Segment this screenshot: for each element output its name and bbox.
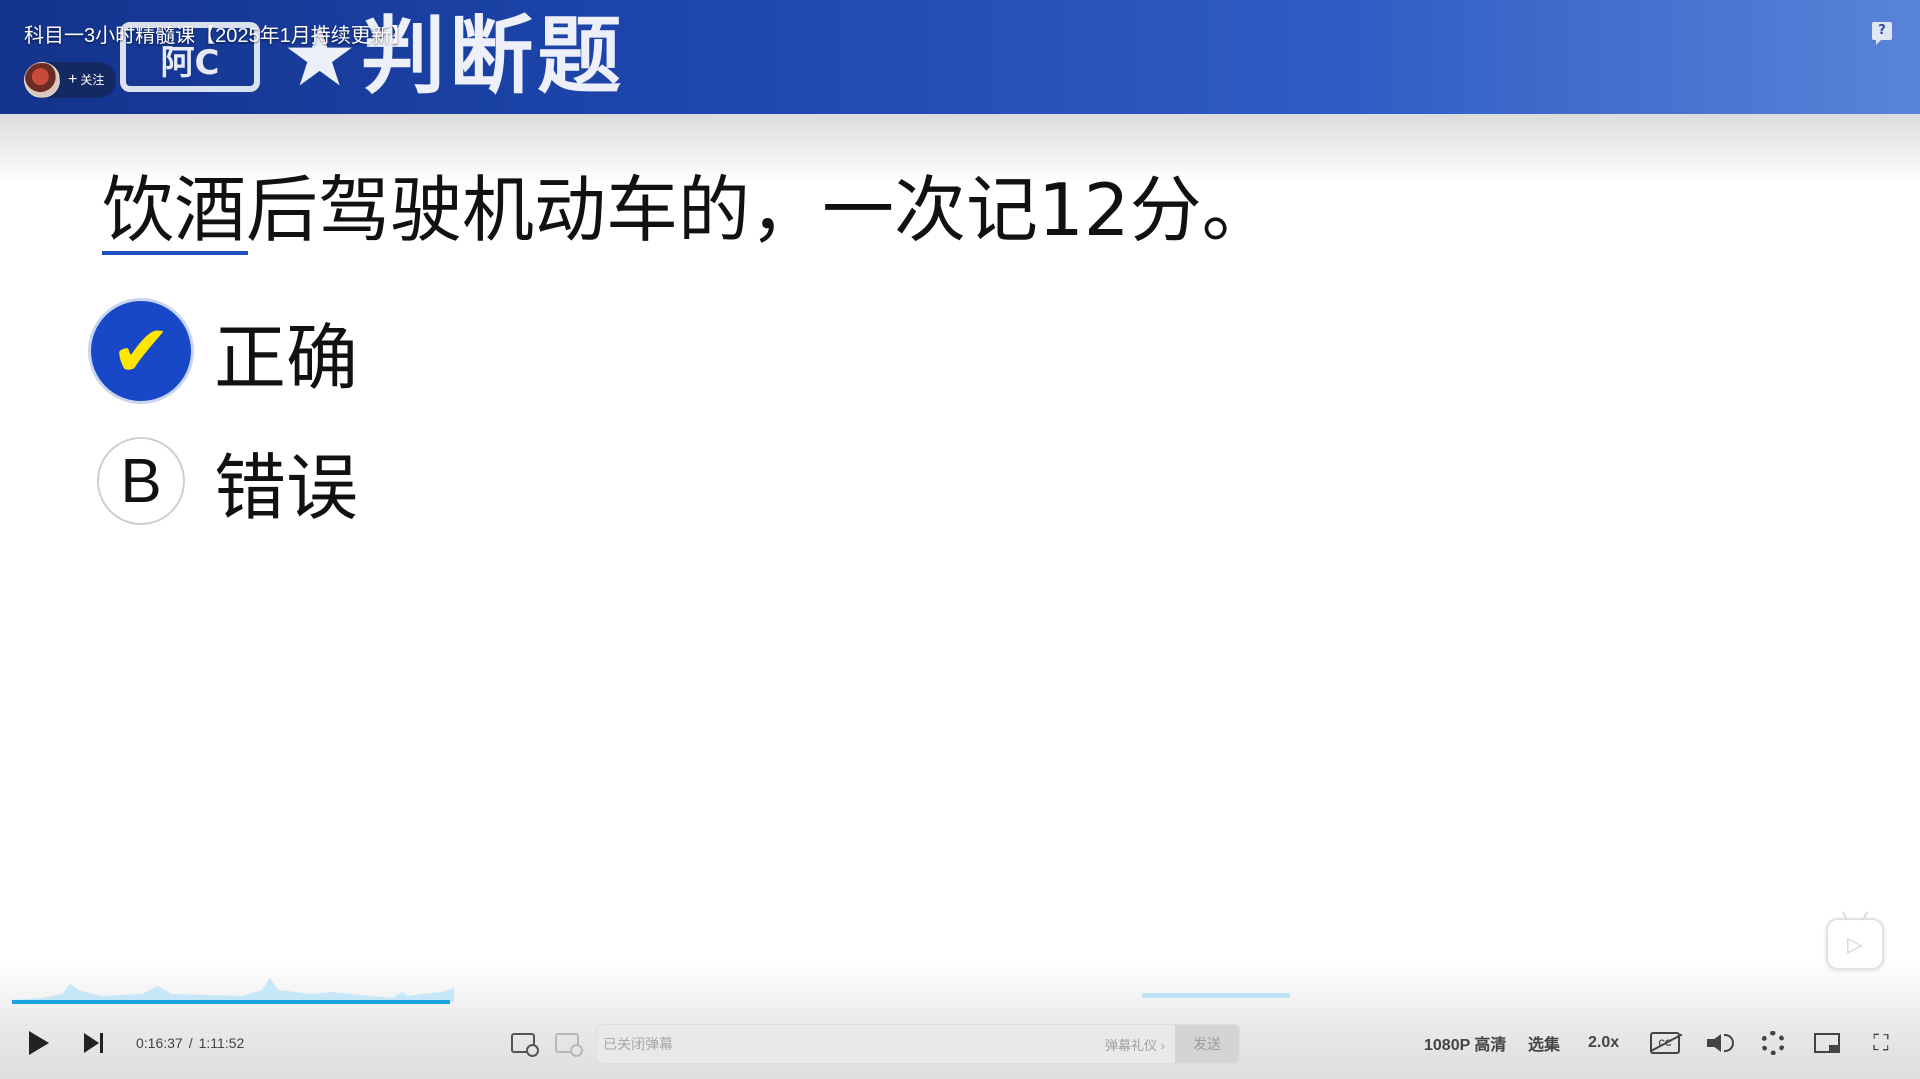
avatar[interactable] [24, 62, 60, 98]
episodes-button[interactable]: 选集 [1528, 1022, 1560, 1064]
option-correct: ✔ 正确 [88, 296, 358, 406]
option-wrong: B 错误 [88, 426, 358, 536]
question-text: 饮酒后驾驶机动车的，一次记12分。 [102, 168, 1274, 252]
volume-icon[interactable] [1706, 1022, 1736, 1064]
question-underline [102, 251, 248, 255]
video-title: 科目一3小时精髓课【2025年1月持续更新】 [24, 25, 411, 47]
option-label-wrong: 错误 [214, 445, 359, 530]
danmaku-input[interactable] [597, 1025, 1106, 1063]
progress-heatmap [12, 978, 454, 1002]
send-button[interactable]: 发送 [1175, 1025, 1239, 1063]
progress-fill [12, 1000, 450, 1004]
time-display: 0:16:37 / 1:11:52 [136, 1022, 244, 1064]
plus-icon: + [68, 71, 78, 88]
total-time: 1:11:52 [198, 1035, 245, 1051]
progress-bar[interactable] [12, 1000, 1908, 1004]
danmaku-bar: 弹幕礼仪 › 发送 [596, 1024, 1240, 1064]
gear-icon[interactable] [1758, 1022, 1788, 1064]
subtitle-off-icon[interactable]: CC [1648, 1022, 1682, 1064]
danmaku-etiquette-link[interactable]: 弹幕礼仪 › [1105, 1035, 1165, 1054]
time-separator: / [188, 1035, 193, 1051]
uploader-badge: + 关注 [24, 62, 117, 98]
fullscreen-icon[interactable]: ⛶ [1866, 1022, 1896, 1064]
current-time: 0:16:37 [136, 1035, 183, 1051]
option-label-correct: 正确 [214, 315, 359, 400]
danmaku-toggle-icon[interactable] [510, 1022, 539, 1064]
option-marker-b: B [97, 437, 185, 525]
check-icon: ✔ [88, 298, 194, 404]
slide-banner: 阿C ★判断题 科目一3小时精髓课【2025年1月持续更新】 + 关注 ? [0, 0, 1920, 114]
next-icon[interactable] [80, 1022, 106, 1064]
follow-button[interactable]: + 关注 [68, 71, 104, 89]
danmaku-setting-icon[interactable] [554, 1022, 583, 1064]
banner-heading: ★判断题 [282, 7, 626, 105]
help-icon[interactable]: ? [1872, 22, 1892, 45]
pip-icon[interactable] [1812, 1022, 1842, 1064]
progress-highlight [1142, 993, 1290, 998]
speed-button[interactable]: 2.0x [1588, 1022, 1619, 1064]
quality-button[interactable]: 1080P 高清 [1424, 1022, 1506, 1064]
play-icon[interactable] [24, 1022, 54, 1064]
